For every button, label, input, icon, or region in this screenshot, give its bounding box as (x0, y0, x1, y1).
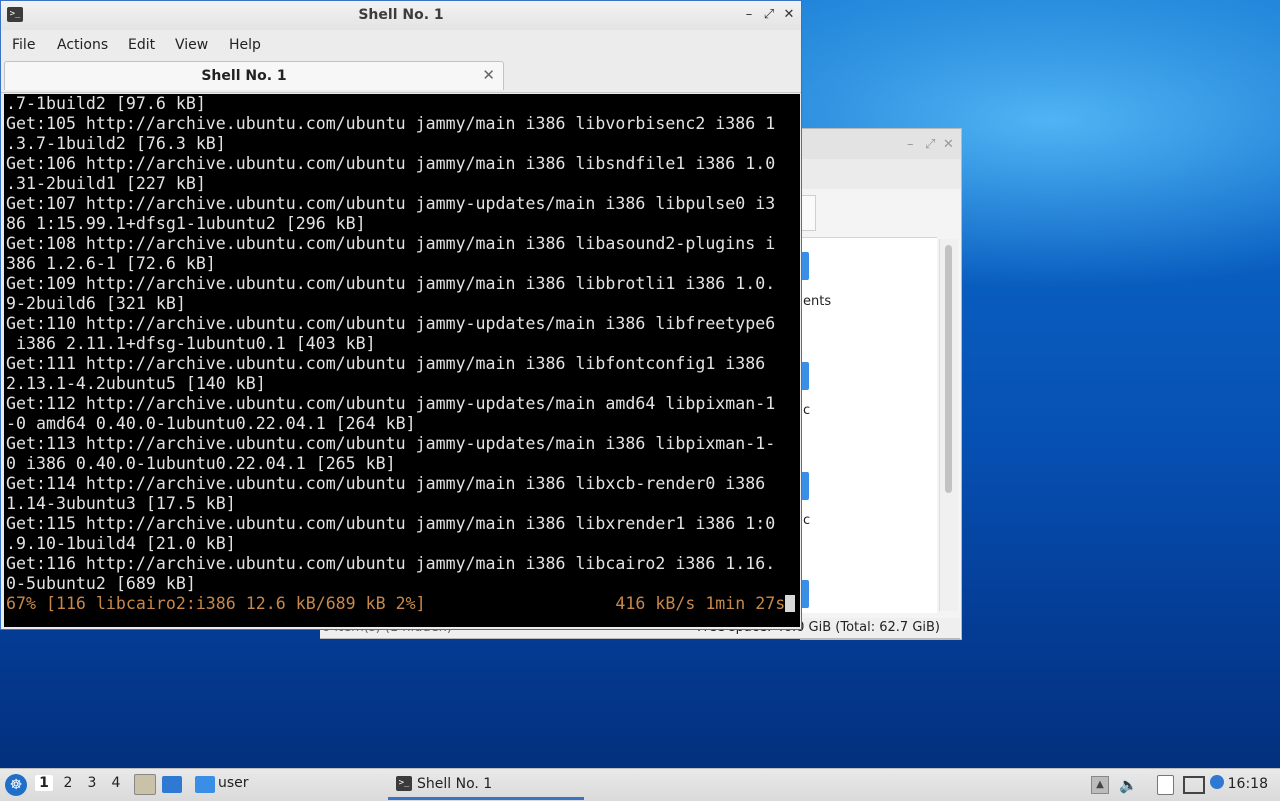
terminal-line: 0 i386 0.40.0-1ubuntu0.22.04.1 [265 kB] (6, 454, 396, 473)
menu-bar: File Actions Edit View Help (1, 31, 801, 59)
menu-file[interactable]: File (12, 37, 35, 53)
progress-line: 67% [116 libcairo2:i386 12.6 kB/689 kB 2… (6, 594, 786, 613)
terminal-line: Get:113 http://archive.ubuntu.com/ubuntu… (6, 434, 776, 453)
terminal-line: Get:105 http://archive.ubuntu.com/ubuntu… (6, 114, 776, 133)
terminal-line: i386 2.11.1+dfsg-1ubuntu0.1 [403 kB] (6, 334, 376, 353)
folder-item[interactable] (801, 580, 809, 608)
folder-item-label[interactable]: c (803, 403, 810, 418)
terminal-cursor (785, 595, 796, 612)
maximize-button[interactable]: ⤢ (759, 5, 779, 25)
terminal-line: Get:109 http://archive.ubuntu.com/ubuntu… (6, 274, 776, 293)
file-manager-scrollbar[interactable] (939, 239, 958, 611)
menu-edit[interactable]: Edit (128, 37, 155, 53)
tab-shell-1[interactable]: Shell No. 1 ✕ (4, 61, 504, 90)
terminal-line: .7-1build2 [97.6 kB] (6, 94, 206, 113)
file-manager-content[interactable]: ents c c (801, 237, 937, 613)
tab-label: Shell No. 1 (201, 68, 287, 84)
desktop-3[interactable]: 3 (83, 775, 101, 791)
terminal-line: 2.13.1-4.2ubuntu5 [140 kB] (6, 374, 266, 393)
eject-icon[interactable]: ▲ (1091, 776, 1109, 794)
terminal-line: Get:115 http://archive.ubuntu.com/ubuntu… (6, 514, 776, 533)
file-manager-toolbar (801, 159, 961, 189)
tab-bar: Shell No. 1 ✕ (1, 59, 801, 93)
terminal-line: Get:116 http://archive.ubuntu.com/ubuntu… (6, 554, 776, 573)
taskbar-task-shell[interactable]: >_ Shell No. 1 (388, 771, 584, 800)
terminal-line: 1.14-3ubuntu3 [17.5 kB] (6, 494, 236, 513)
folder-item-label[interactable]: c (803, 513, 810, 528)
minimize-button[interactable]: – (739, 5, 759, 25)
terminal-line: Get:108 http://archive.ubuntu.com/ubuntu… (6, 234, 776, 253)
scrollbar-thumb[interactable] (945, 245, 952, 493)
terminal-line: Get:111 http://archive.ubuntu.com/ubuntu… (6, 354, 766, 373)
terminal-window[interactable]: >_ Shell No. 1 – ⤢ ✕ File Actions Edit V… (0, 0, 802, 630)
maximize-icon[interactable]: ⤢ (925, 137, 935, 152)
terminal-line: 86 1:15.99.1+dfsg1-1ubuntu2 [296 kB] (6, 214, 366, 233)
start-menu-icon[interactable]: ☸ (5, 774, 27, 796)
clock[interactable]: 16:18 (1228, 776, 1268, 792)
minimize-icon[interactable]: – (907, 137, 914, 152)
folder-item-label[interactable]: ents (803, 294, 831, 309)
terminal-line: .31-2build1 [227 kB] (6, 174, 206, 193)
desktop-1[interactable]: 1 (35, 775, 53, 791)
file-manager-window[interactable]: – ⤢ ✕ ents c c (800, 128, 962, 640)
taskbar: ☸ 1 2 3 4 user >_ Shell No. 1 ▲ 🔈 16:18 (0, 768, 1280, 801)
terminal-line: Get:110 http://archive.ubuntu.com/ubuntu… (6, 314, 776, 333)
file-manager-address-bar[interactable] (801, 195, 816, 231)
menu-help[interactable]: Help (229, 37, 261, 53)
network-icon[interactable] (1183, 776, 1205, 794)
window-title: Shell No. 1 (358, 7, 444, 23)
terminal-line: Get:107 http://archive.ubuntu.com/ubuntu… (6, 194, 776, 213)
terminal-line: 9-2build6 [321 kB] (6, 294, 186, 313)
folder-item[interactable] (801, 362, 809, 390)
terminal-output[interactable]: .7-1build2 [97.6 kB] Get:105 http://arch… (4, 94, 800, 627)
task-label: Shell No. 1 (417, 776, 493, 792)
terminal-line: 386 1.2.6-1 [72.6 kB] (6, 254, 216, 273)
show-desktop-icon[interactable] (162, 776, 182, 793)
tab-close-icon[interactable]: ✕ (482, 66, 495, 84)
update-notifier-icon[interactable] (1210, 775, 1224, 789)
menu-view[interactable]: View (175, 37, 208, 53)
terminal-line: Get:112 http://archive.ubuntu.com/ubuntu… (6, 394, 776, 413)
terminal-line: Get:106 http://archive.ubuntu.com/ubuntu… (6, 154, 776, 173)
desktop-2[interactable]: 2 (59, 775, 77, 791)
folder-item[interactable] (801, 472, 809, 500)
close-icon[interactable]: ✕ (943, 137, 954, 152)
terminal-titlebar[interactable]: >_ Shell No. 1 – ⤢ ✕ (1, 1, 801, 30)
terminal-line: Get:114 http://archive.ubuntu.com/ubuntu… (6, 474, 766, 493)
terminal-text[interactable]: .7-1build2 [97.6 kB] Get:105 http://arch… (6, 94, 796, 614)
terminal-line: 0-5ubuntu2 [689 kB] (6, 574, 196, 593)
file-manager-titlebar[interactable]: – ⤢ ✕ (801, 129, 961, 159)
close-button[interactable]: ✕ (779, 5, 799, 25)
terminal-line: .3.7-1build2 [76.3 kB] (6, 134, 226, 153)
file-manager-icon[interactable] (134, 774, 156, 795)
terminal-line: -0 amd64 0.40.0-1ubuntu0.22.04.1 [264 kB… (6, 414, 416, 433)
folder-label[interactable]: user (218, 775, 249, 791)
desktop-4[interactable]: 4 (107, 775, 125, 791)
folder-item[interactable] (801, 252, 809, 280)
folder-icon[interactable] (195, 776, 215, 793)
clipboard-icon[interactable] (1157, 775, 1174, 795)
menu-actions[interactable]: Actions (57, 37, 108, 53)
volume-icon[interactable]: 🔈 (1119, 776, 1138, 794)
terminal-line: .9.10-1build4 [21.0 kB] (6, 534, 236, 553)
terminal-icon: >_ (396, 776, 412, 791)
